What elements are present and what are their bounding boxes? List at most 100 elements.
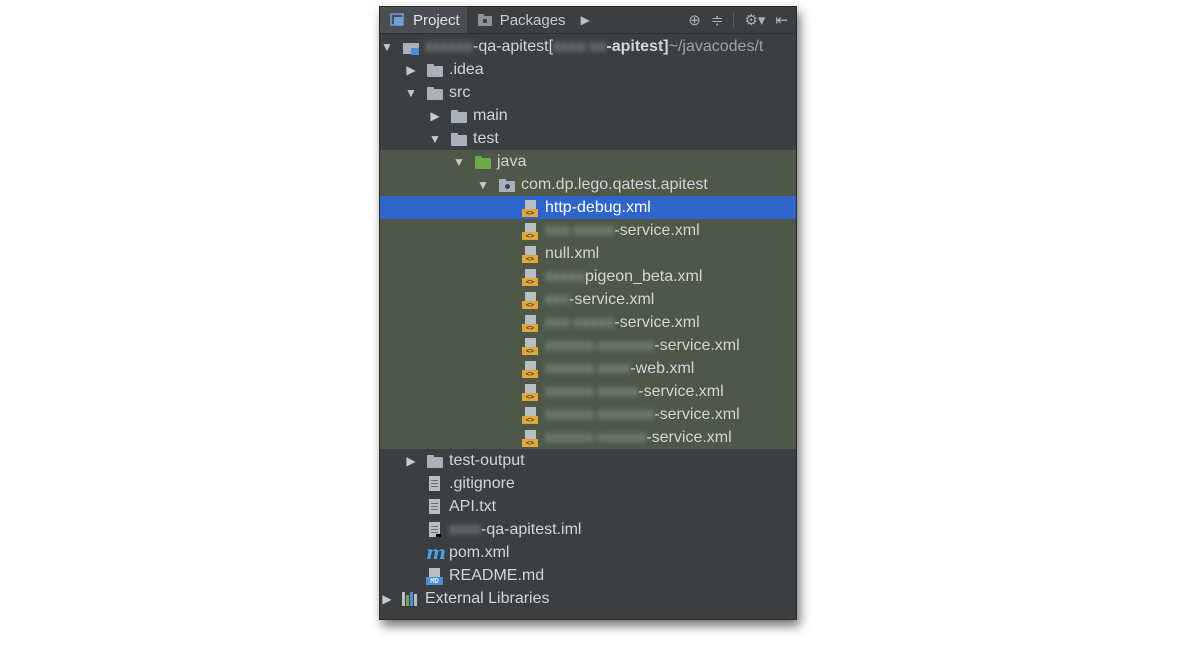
hide-icon[interactable]: ⇤	[775, 11, 788, 29]
markdown-file-icon: MD	[426, 567, 444, 585]
xml-file-icon: <>	[522, 291, 540, 309]
tree-row-root[interactable]: ▼ xxxxxx -qa-apitest [ xxxx-xx -apitest]…	[380, 35, 796, 58]
tree-item-label: -qa-apitest.iml	[481, 520, 582, 538]
source-folder-icon	[474, 154, 492, 170]
tree-row-file[interactable]: ▶ <> xxx-xxxxx -service.xml	[380, 219, 796, 242]
tree-row-file[interactable]: ▶ <> xxxxx pigeon_beta.xml	[380, 265, 796, 288]
more-tabs-icon[interactable]: ▶	[581, 13, 590, 27]
root-module-redacted: xxxx-xx	[553, 37, 607, 55]
tree-item-label: pom.xml	[449, 543, 510, 561]
tab-packages-label: Packages	[499, 11, 566, 29]
collapsed-arrow-icon[interactable]: ▶	[404, 63, 418, 77]
tree-item-label: test	[473, 129, 499, 147]
tree-item-label: java	[497, 152, 527, 170]
tree-row-test[interactable]: ▼ test	[380, 127, 796, 150]
text-file-icon	[426, 475, 444, 492]
tree-row-iml[interactable]: ▶ xxxx -qa-apitest.iml	[380, 518, 796, 541]
project-icon	[390, 13, 406, 27]
file-name: pigeon_beta.xml	[585, 267, 703, 285]
tree-row-readme[interactable]: ▶ MD README.md	[380, 564, 796, 587]
tab-project-label: Project	[413, 11, 460, 29]
file-name-redacted: xxxxxx-xxxxxxx	[545, 405, 655, 423]
tree-row-file[interactable]: ▶ <> xxxxxx-xxxxx -service.xml	[380, 380, 796, 403]
locate-icon[interactable]: ⊕	[688, 11, 701, 29]
tree-row-file[interactable]: ▶ <> null.xml	[380, 242, 796, 265]
file-name-redacted: xxxxxx-xxxxxxx	[545, 336, 655, 354]
expanded-arrow-icon[interactable]: ▼	[452, 155, 466, 169]
folder-icon	[426, 453, 444, 469]
file-name: -service.xml	[569, 290, 655, 308]
file-name: -service.xml	[614, 221, 700, 239]
tree-row-gitignore[interactable]: ▶ .gitignore	[380, 472, 796, 495]
collapsed-arrow-icon[interactable]: ▶	[428, 109, 442, 123]
tree-row-file[interactable]: ▶ <> xxx-xxxxx -service.xml	[380, 311, 796, 334]
tree-item-label: External Libraries	[425, 589, 550, 607]
file-name-redacted: xxxxxx-xxxxxx	[545, 428, 647, 446]
settings-icon[interactable]: ⚙▾	[744, 11, 765, 29]
collapsed-arrow-icon[interactable]: ▶	[380, 592, 394, 606]
tree-row-file[interactable]: ▶ <> xxxxxx-xxxx -web.xml	[380, 357, 796, 380]
folder-icon	[426, 85, 444, 101]
tree-row-pom[interactable]: ▶ m pom.xml	[380, 541, 796, 564]
tree-row-file[interactable]: ▶ <> xxx -service.xml	[380, 288, 796, 311]
folder-icon	[426, 62, 444, 78]
file-name: -service.xml	[654, 336, 740, 354]
folder-icon	[450, 108, 468, 124]
xml-file-icon: <>	[522, 199, 540, 217]
file-name-redacted: xxx	[545, 290, 569, 308]
tool-window-actions: ⊕ ≑ ⚙▾ ⇤	[688, 7, 788, 33]
expanded-arrow-icon[interactable]: ▼	[380, 40, 394, 54]
libraries-icon	[402, 591, 420, 607]
tab-packages[interactable]: Packages	[467, 7, 573, 33]
tree-row-file[interactable]: ▶ <> xxxxxx-xxxxxx -service.xml	[380, 426, 796, 449]
tool-window-header: Project Packages ▶ ⊕ ≑ ⚙▾ ⇤	[380, 7, 796, 34]
tree-row-main[interactable]: ▶ main	[380, 104, 796, 127]
tree-row-package[interactable]: ▼ com.dp.lego.qatest.apitest	[380, 173, 796, 196]
xml-file-icon: <>	[522, 406, 540, 424]
file-name-redacted: xxx-xxxxx	[545, 313, 615, 331]
iml-file-icon	[426, 521, 444, 538]
tree-row-file[interactable]: ▶ <> xxxxxx-xxxxxxx -service.xml	[380, 334, 796, 357]
tree-row-java[interactable]: ▼ java	[380, 150, 796, 173]
tree-row-src[interactable]: ▼ src	[380, 81, 796, 104]
tree-item-label: .gitignore	[449, 474, 515, 492]
expanded-arrow-icon[interactable]: ▼	[476, 178, 490, 192]
root-path: ~/javacodes/t	[668, 37, 764, 55]
tree-row-file[interactable]: ▶ <> xxxxxx-xxxxxxx -service.xml	[380, 403, 796, 426]
module-folder-icon	[402, 39, 420, 55]
file-name: http-debug.xml	[545, 198, 651, 216]
xml-file-icon: <>	[522, 314, 540, 332]
file-name-redacted: xxxxxx-xxxxx	[545, 382, 639, 400]
tree-row-external-libraries[interactable]: ▶ External Libraries	[380, 587, 796, 610]
root-name-redacted: xxxxxx	[425, 37, 473, 55]
toolbar-divider	[733, 12, 735, 28]
tree-row-file[interactable]: ▶ <> http-debug.xml	[380, 196, 796, 219]
file-name: -service.xml	[654, 405, 740, 423]
tree-row-idea[interactable]: ▶ .idea	[380, 58, 796, 81]
file-name: -service.xml	[614, 313, 700, 331]
xml-file-icon: <>	[522, 429, 540, 447]
xml-file-icon: <>	[522, 268, 540, 286]
tree-row-api-txt[interactable]: ▶ API.txt	[380, 495, 796, 518]
collapse-all-icon[interactable]: ≑	[711, 11, 724, 29]
xml-file-icon: <>	[522, 222, 540, 240]
root-module-name: -apitest]	[606, 37, 669, 55]
file-name: -service.xml	[638, 382, 724, 400]
xml-file-icon: <>	[522, 383, 540, 401]
expanded-arrow-icon[interactable]: ▼	[404, 86, 418, 100]
project-tree: ▼ xxxxxx -qa-apitest [ xxxx-xx -apitest]…	[380, 34, 796, 619]
tree-item-label: com.dp.lego.qatest.apitest	[521, 175, 708, 193]
project-tool-window: Project Packages ▶ ⊕ ≑ ⚙▾ ⇤ ▼ xxxxxx -qa…	[379, 6, 797, 620]
xml-file-icon: <>	[522, 337, 540, 355]
tab-project[interactable]: Project	[380, 7, 467, 33]
tree-row-test-output[interactable]: ▶ test-output	[380, 449, 796, 472]
expanded-arrow-icon[interactable]: ▼	[428, 132, 442, 146]
root-name: -qa-apitest	[473, 37, 549, 55]
file-name-redacted: xxx-xxxxx	[545, 221, 615, 239]
xml-file-icon: <>	[522, 245, 540, 263]
collapsed-arrow-icon[interactable]: ▶	[404, 454, 418, 468]
file-name: null.xml	[545, 244, 600, 262]
packages-icon	[477, 13, 493, 27]
tree-item-label: API.txt	[449, 497, 497, 515]
tree-item-label: main	[473, 106, 508, 124]
